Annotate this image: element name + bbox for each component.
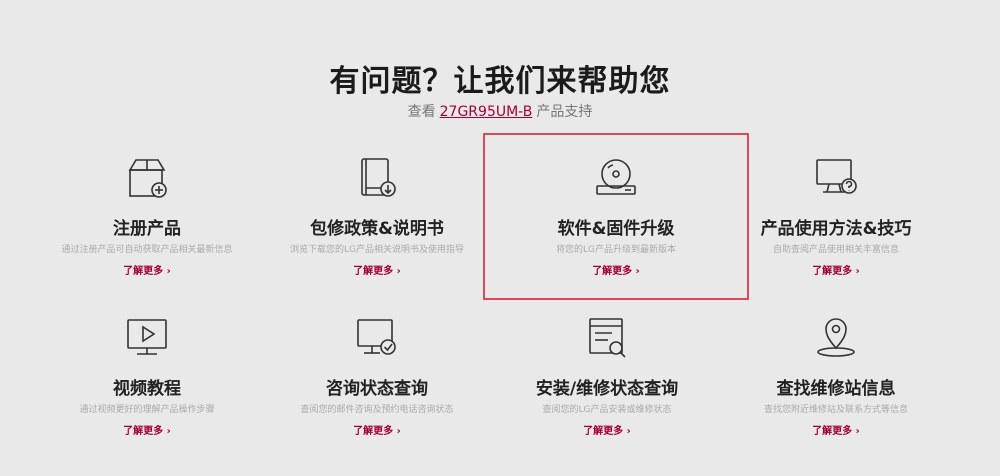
card-title: 视频教程	[113, 379, 181, 399]
page-subtitle: 查看 27GR95UM-B 产品支持	[0, 101, 1000, 121]
monitor-check-icon	[352, 316, 402, 360]
subtitle-prefix: 查看	[407, 104, 436, 120]
card-title: 咨询状态查询	[326, 379, 428, 399]
box-add-icon	[122, 156, 172, 200]
learn-more-link[interactable]: 了解更多 ›	[37, 262, 257, 277]
card-inquiry-status[interactable]: 咨询状态查询 查阅您的邮件咨询及预约电话咨询状态 了解更多 ›	[267, 310, 487, 460]
card-description: 查阅您的邮件咨询及预约电话咨询状态	[300, 405, 454, 415]
learn-more-link[interactable]: 了解更多 ›	[267, 262, 487, 277]
learn-more-link[interactable]: 了解更多 ›	[726, 422, 946, 437]
card-description: 浏览下载您的LG产品相关说明书及使用指导	[290, 245, 464, 255]
card-find-service-center[interactable]: 查找维修站信息 查找您附近维修站及联系方式等信息 了解更多 ›	[726, 310, 946, 460]
learn-more-link[interactable]: 了解更多 ›	[37, 422, 257, 437]
learn-more-link[interactable]: 了解更多 ›	[726, 262, 946, 277]
monitor-help-icon	[811, 156, 861, 200]
card-description: 通过注册产品可自动获取产品相关最新信息	[61, 245, 233, 255]
card-description: 自助查阅产品使用相关丰富信息	[772, 245, 899, 255]
location-pin-icon	[811, 316, 861, 360]
learn-more-link[interactable]: 了解更多 ›	[267, 422, 487, 437]
card-install-repair-status[interactable]: 安装/维修状态查询 查阅您的LG产品安装或维修状态 了解更多 ›	[497, 310, 717, 460]
learn-more-link[interactable]: 了解更多 ›	[485, 262, 747, 277]
video-play-icon	[122, 316, 172, 360]
card-title: 软件&固件升级	[557, 219, 675, 239]
card-title: 安装/维修状态查询	[535, 379, 679, 399]
learn-more-link[interactable]: 了解更多 ›	[497, 422, 717, 437]
card-description: 将您的LG产品升级到最新版本	[556, 245, 676, 255]
card-title: 注册产品	[113, 219, 181, 239]
subtitle-suffix: 产品支持	[536, 104, 593, 120]
card-title: 查找维修站信息	[776, 379, 896, 399]
card-usage-tips[interactable]: 产品使用方法&技巧 自助查阅产品使用相关丰富信息 了解更多 ›	[726, 150, 946, 300]
card-description: 查找您附近维修站及联系方式等信息	[763, 405, 908, 415]
card-description: 通过视频更好的理解产品操作步骤	[79, 405, 215, 415]
model-link[interactable]: 27GR95UM-B	[440, 104, 533, 120]
card-warranty-manual[interactable]: 包修政策&说明书 浏览下载您的LG产品相关说明书及使用指导 了解更多 ›	[267, 150, 487, 300]
disc-drive-icon	[591, 156, 641, 200]
card-register-product[interactable]: 注册产品 通过注册产品可自动获取产品相关最新信息 了解更多 ›	[37, 150, 257, 300]
page-title: 有问题？让我们来帮助您	[329, 64, 671, 99]
card-video-tutorials[interactable]: 视频教程 通过视频更好的理解产品操作步骤 了解更多 ›	[37, 310, 257, 460]
card-title: 产品使用方法&技巧	[760, 219, 912, 239]
card-description: 查阅您的LG产品安装或维修状态	[542, 405, 672, 415]
status-search-icon	[582, 316, 632, 360]
card-title: 包修政策&说明书	[310, 219, 444, 239]
card-software-firmware[interactable]: 软件&固件升级 将您的LG产品升级到最新版本 了解更多 ›	[483, 133, 749, 300]
manual-download-icon	[352, 156, 402, 200]
